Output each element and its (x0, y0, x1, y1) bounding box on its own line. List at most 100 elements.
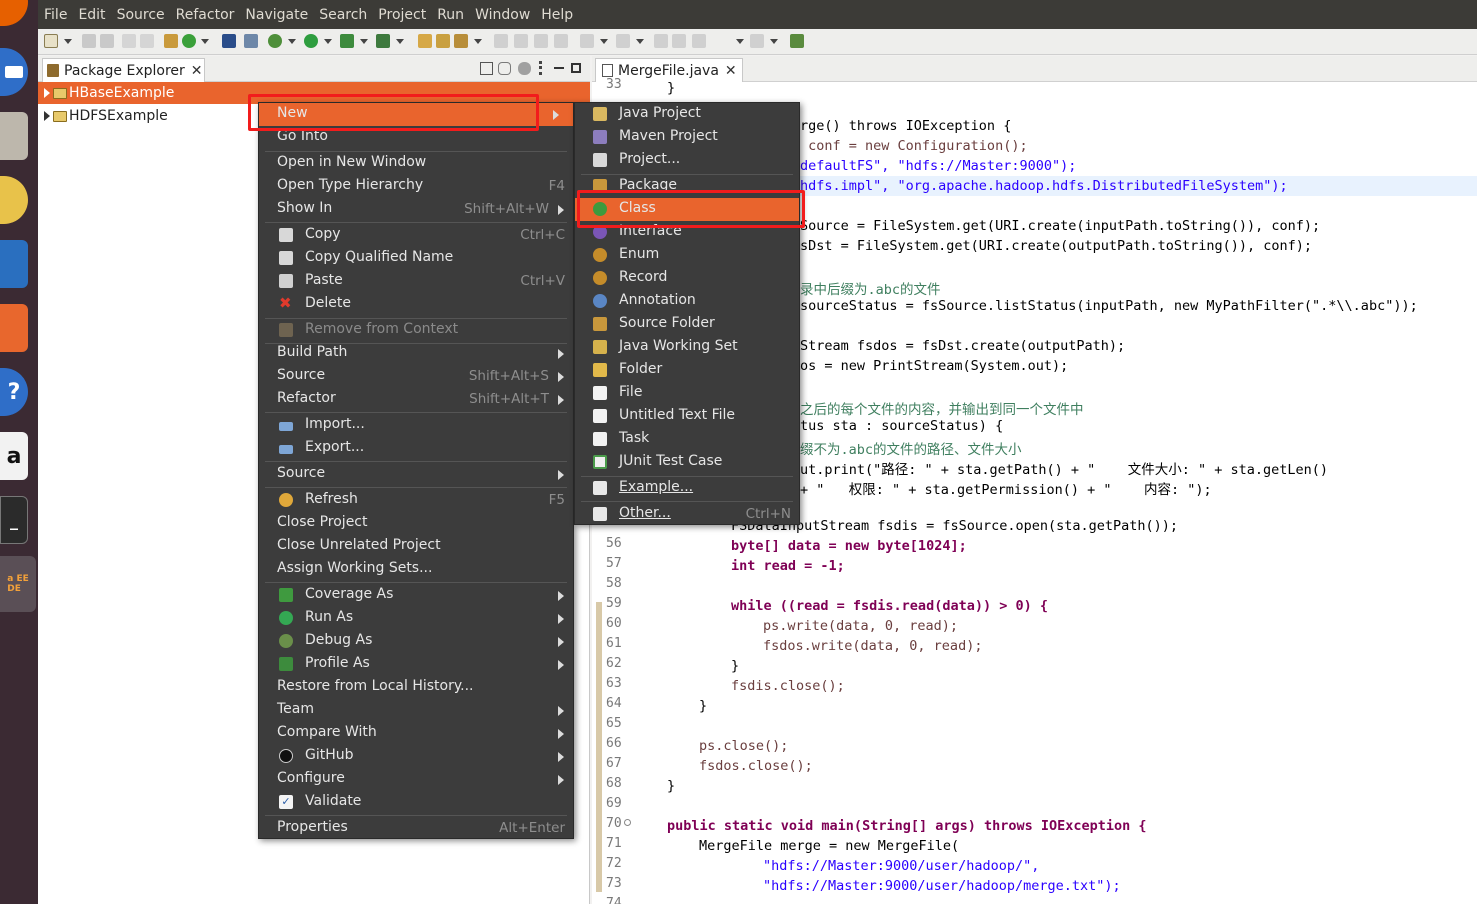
perspective-icon[interactable] (790, 34, 804, 48)
software-center-icon[interactable] (0, 304, 28, 352)
undo-icon[interactable] (122, 34, 136, 48)
chevron-down-icon[interactable] (600, 39, 608, 44)
help-icon[interactable]: ? (0, 368, 28, 416)
prev-annotation-icon[interactable] (616, 34, 630, 48)
maximize-icon[interactable] (571, 63, 581, 73)
thunderbird-icon[interactable] (0, 48, 28, 96)
chevron-down-icon[interactable] (360, 39, 368, 44)
forward-nav-icon[interactable] (750, 34, 764, 48)
files-icon[interactable] (0, 112, 28, 160)
show-whitespace-icon[interactable] (554, 34, 568, 48)
menu-item-team[interactable]: Team (259, 699, 573, 722)
external-tools-icon[interactable] (376, 34, 390, 48)
menu-item-source-2[interactable]: Source (259, 463, 573, 486)
forward-icon[interactable] (692, 34, 706, 48)
toggle-mark-icon[interactable] (514, 34, 528, 48)
collapse-all-icon[interactable] (480, 62, 493, 75)
submenu-item-source-folder[interactable]: Source Folder (575, 313, 799, 336)
submenu-item-file[interactable]: File (575, 382, 799, 405)
terminal-view-icon[interactable] (222, 34, 236, 48)
filter-icon[interactable] (518, 62, 531, 75)
menu-item-source[interactable]: Source Shift+Alt+S (259, 365, 573, 388)
menu-item-debug-as[interactable]: Debug As (259, 630, 573, 653)
menu-item-build-path[interactable]: Build Path (259, 342, 573, 365)
menu-item-open-type-hierarchy[interactable]: Open Type Hierarchy F4 (259, 175, 573, 198)
chevron-down-icon[interactable] (474, 39, 482, 44)
menu-item-delete[interactable]: ✖ Delete (259, 293, 573, 316)
menu-run[interactable]: Run (437, 7, 464, 23)
menu-item-coverage-as[interactable]: Coverage As (259, 584, 573, 607)
terminal-icon[interactable]: _ (0, 496, 28, 544)
menu-item-import[interactable]: Import... (259, 414, 573, 437)
menu-navigate[interactable]: Navigate (245, 7, 308, 23)
submenu-item-example[interactable]: Example... (575, 477, 799, 500)
menu-project[interactable]: Project (378, 7, 426, 23)
menu-item-restore-local-history[interactable]: Restore from Local History... (259, 676, 573, 699)
debug-icon[interactable] (268, 34, 282, 48)
submenu-item-untitled-text-file[interactable]: Untitled Text File (575, 405, 799, 428)
amazon-icon[interactable]: a (0, 432, 28, 480)
submenu-item-junit-test-case[interactable]: JUnit Test Case (575, 451, 799, 474)
menu-file[interactable]: File (44, 7, 67, 23)
menu-search[interactable]: Search (319, 7, 367, 23)
new-class-icon[interactable] (182, 34, 196, 48)
menu-item-close-unrelated-project[interactable]: Close Unrelated Project (259, 535, 573, 558)
menu-item-export[interactable]: Export... (259, 437, 573, 460)
back-icon[interactable] (672, 34, 686, 48)
save-all-icon[interactable] (100, 34, 114, 48)
menu-item-paste[interactable]: Paste Ctrl+V (259, 270, 573, 293)
submenu-item-task[interactable]: Task (575, 428, 799, 451)
menu-item-configure[interactable]: Configure (259, 768, 573, 791)
chevron-down-icon[interactable] (636, 39, 644, 44)
chevron-down-icon[interactable] (288, 39, 296, 44)
coverage-icon[interactable] (340, 34, 354, 48)
rhythmbox-icon[interactable] (0, 176, 28, 224)
close-icon[interactable]: ✕ (725, 63, 737, 79)
menu-window[interactable]: Window (475, 7, 530, 23)
menu-item-refactor[interactable]: Refactor Shift+Alt+T (259, 388, 573, 411)
submenu-item-java-working-set[interactable]: Java Working Set (575, 336, 799, 359)
open-type-icon[interactable] (418, 34, 432, 48)
menu-source[interactable]: Source (117, 7, 165, 23)
chevron-down-icon[interactable] (770, 39, 778, 44)
eclipse-icon[interactable]: a EE DE (0, 556, 36, 612)
menu-help[interactable]: Help (541, 7, 573, 23)
expand-arrow-icon[interactable] (44, 88, 50, 98)
search-icon[interactable] (454, 34, 468, 48)
menu-item-compare-with[interactable]: Compare With (259, 722, 573, 745)
expand-arrow-icon[interactable] (44, 111, 50, 121)
link-editor-icon[interactable] (498, 62, 511, 75)
chevron-down-icon[interactable] (201, 39, 209, 44)
chevron-down-icon[interactable] (324, 39, 332, 44)
menu-item-copy[interactable]: Copy Ctrl+C (259, 224, 573, 247)
menu-edit[interactable]: Edit (78, 7, 105, 23)
tab-package-explorer[interactable]: Package Explorer ✕ (42, 58, 205, 82)
chevron-down-icon[interactable] (736, 39, 744, 44)
menu-item-refresh[interactable]: Refresh F5 (259, 489, 573, 512)
close-icon[interactable]: ✕ (191, 63, 203, 79)
submenu-item-record[interactable]: Record (575, 267, 799, 290)
submenu-item-java-project[interactable]: Java Project (575, 103, 799, 126)
menu-item-github[interactable]: GitHub (259, 745, 573, 768)
block-select-icon[interactable] (534, 34, 548, 48)
submenu-item-project[interactable]: Project... (575, 149, 799, 172)
next-annotation-icon[interactable] (580, 34, 594, 48)
skip-breakpoints-icon[interactable] (244, 34, 258, 48)
menu-item-open-new-window[interactable]: Open in New Window (259, 152, 573, 175)
firefox-icon[interactable] (0, 0, 28, 26)
menu-item-run-as[interactable]: Run As (259, 607, 573, 630)
open-task-icon[interactable] (436, 34, 450, 48)
writer-icon[interactable] (0, 240, 28, 288)
submenu-item-maven-project[interactable]: Maven Project (575, 126, 799, 149)
annotation-icon[interactable] (494, 34, 508, 48)
run-icon[interactable] (304, 34, 318, 48)
submenu-item-enum[interactable]: Enum (575, 244, 799, 267)
menu-item-copy-qualified-name[interactable]: Copy Qualified Name (259, 247, 573, 270)
menu-item-close-project[interactable]: Close Project (259, 512, 573, 535)
menu-item-show-in[interactable]: Show In Shift+Alt+W (259, 198, 573, 221)
chevron-down-icon[interactable] (64, 39, 72, 44)
menu-item-profile-as[interactable]: Profile As (259, 653, 573, 676)
minimize-icon[interactable] (554, 67, 564, 69)
submenu-item-folder[interactable]: Folder (575, 359, 799, 382)
view-menu-icon[interactable] (539, 61, 542, 75)
